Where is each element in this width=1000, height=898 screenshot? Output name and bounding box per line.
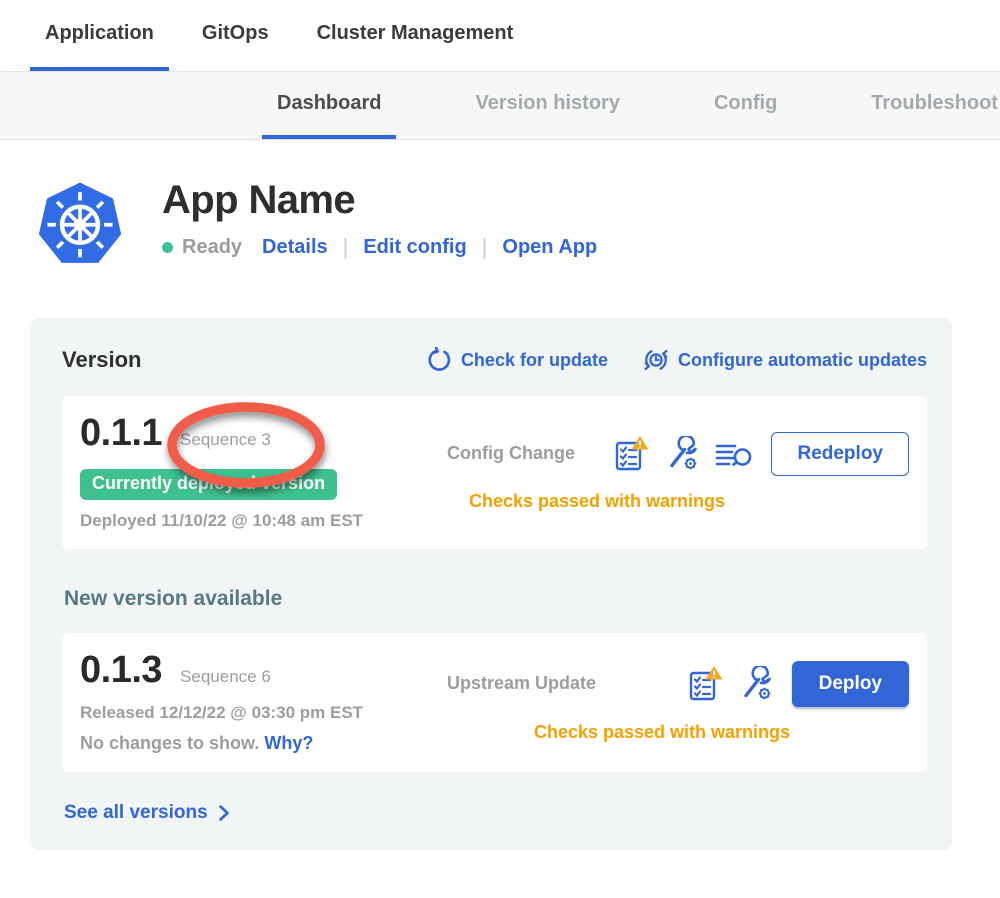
available-version-sequence: Sequence 6 — [180, 667, 271, 687]
kubernetes-icon — [36, 178, 124, 268]
refresh-icon — [427, 347, 453, 373]
redeploy-button[interactable]: Redeploy — [771, 432, 909, 476]
divider: | — [482, 234, 488, 260]
current-version-card: 0.1.1 Sequence 3 Currently deployed vers… — [62, 396, 927, 549]
tab-cluster-management[interactable]: Cluster Management — [302, 0, 529, 71]
primary-nav: Application GitOps Cluster Management — [0, 0, 1000, 71]
version-panel-title: Version — [62, 347, 141, 373]
current-version-actions: Config Change — [435, 412, 909, 531]
app-header-text: App Name Ready Details | Edit config | O… — [162, 178, 597, 260]
currently-deployed-badge: Currently deployed version — [80, 469, 337, 500]
edit-config-link[interactable]: Edit config — [363, 236, 466, 259]
available-version-card: 0.1.3 Sequence 6 Released 12/12/22 @ 03:… — [62, 633, 927, 772]
check-for-update-link[interactable]: Check for update — [427, 347, 608, 373]
app-header: App Name Ready Details | Edit config | O… — [0, 140, 1000, 268]
available-version-info: 0.1.3 Sequence 6 Released 12/12/22 @ 03:… — [80, 649, 435, 754]
deployed-date: Deployed 11/10/22 @ 10:48 am EST — [80, 511, 435, 531]
preflight-checks-warning-icon[interactable] — [689, 665, 723, 702]
available-version-actions: Upstream Update — [435, 649, 909, 754]
config-wrench-icon[interactable] — [664, 436, 700, 472]
subtab-config[interactable]: Config — [699, 72, 792, 139]
details-link[interactable]: Details — [262, 236, 328, 259]
available-version-number: 0.1.3 — [80, 649, 162, 692]
configure-automatic-updates-label: Configure automatic updates — [678, 350, 927, 371]
app-status-row: Ready Details | Edit config | Open App — [162, 234, 597, 260]
subtab-version-history[interactable]: Version history — [460, 72, 635, 139]
available-checks-status: Checks passed with warnings — [435, 722, 909, 743]
check-for-update-label: Check for update — [461, 350, 608, 371]
version-panel-header: Version Check for update — [62, 346, 927, 374]
current-version-sequence: Sequence 3 — [180, 430, 271, 450]
current-checks-status: Checks passed with warnings — [435, 491, 909, 512]
subtab-dashboard[interactable]: Dashboard — [262, 72, 396, 139]
status-text: Ready — [182, 236, 242, 259]
see-all-versions-label: See all versions — [64, 802, 208, 824]
deploy-button[interactable]: Deploy — [792, 661, 909, 707]
released-date: Released 12/12/22 @ 03:30 pm EST — [80, 703, 435, 723]
current-version-icons — [615, 435, 753, 472]
app-sub-nav: Dashboard Version history Config Trouble… — [0, 71, 1000, 140]
subtab-troubleshoot[interactable]: Troubleshoot — [856, 72, 1000, 139]
available-version-source: Upstream Update — [447, 673, 596, 694]
chevron-right-icon — [218, 804, 230, 822]
view-files-search-icon[interactable] — [715, 439, 753, 469]
current-version-number: 0.1.1 — [80, 412, 162, 455]
configure-automatic-updates-link[interactable]: Configure automatic updates — [642, 346, 927, 374]
current-version-source: Config Change — [447, 443, 575, 464]
see-all-versions-link[interactable]: See all versions — [64, 802, 230, 824]
available-version-icons — [689, 665, 774, 702]
config-wrench-icon[interactable] — [738, 666, 774, 702]
no-changes-text: No changes to show. — [80, 733, 259, 753]
tab-gitops[interactable]: GitOps — [187, 0, 284, 71]
app-title: App Name — [162, 178, 597, 222]
new-version-heading: New version available — [64, 587, 927, 611]
version-panel-actions: Check for update Configure automatic upd… — [427, 346, 927, 374]
divider: | — [343, 234, 349, 260]
auto-update-clock-icon — [642, 346, 670, 374]
status-dot-icon — [162, 242, 173, 253]
preflight-checks-warning-icon[interactable] — [615, 435, 649, 472]
tab-application[interactable]: Application — [30, 0, 169, 71]
open-app-link[interactable]: Open App — [502, 236, 597, 259]
why-link[interactable]: Why? — [264, 733, 313, 753]
no-changes-line: No changes to show. Why? — [80, 733, 435, 754]
current-version-info: 0.1.1 Sequence 3 Currently deployed vers… — [80, 412, 435, 531]
version-panel: Version Check for update — [30, 318, 952, 850]
